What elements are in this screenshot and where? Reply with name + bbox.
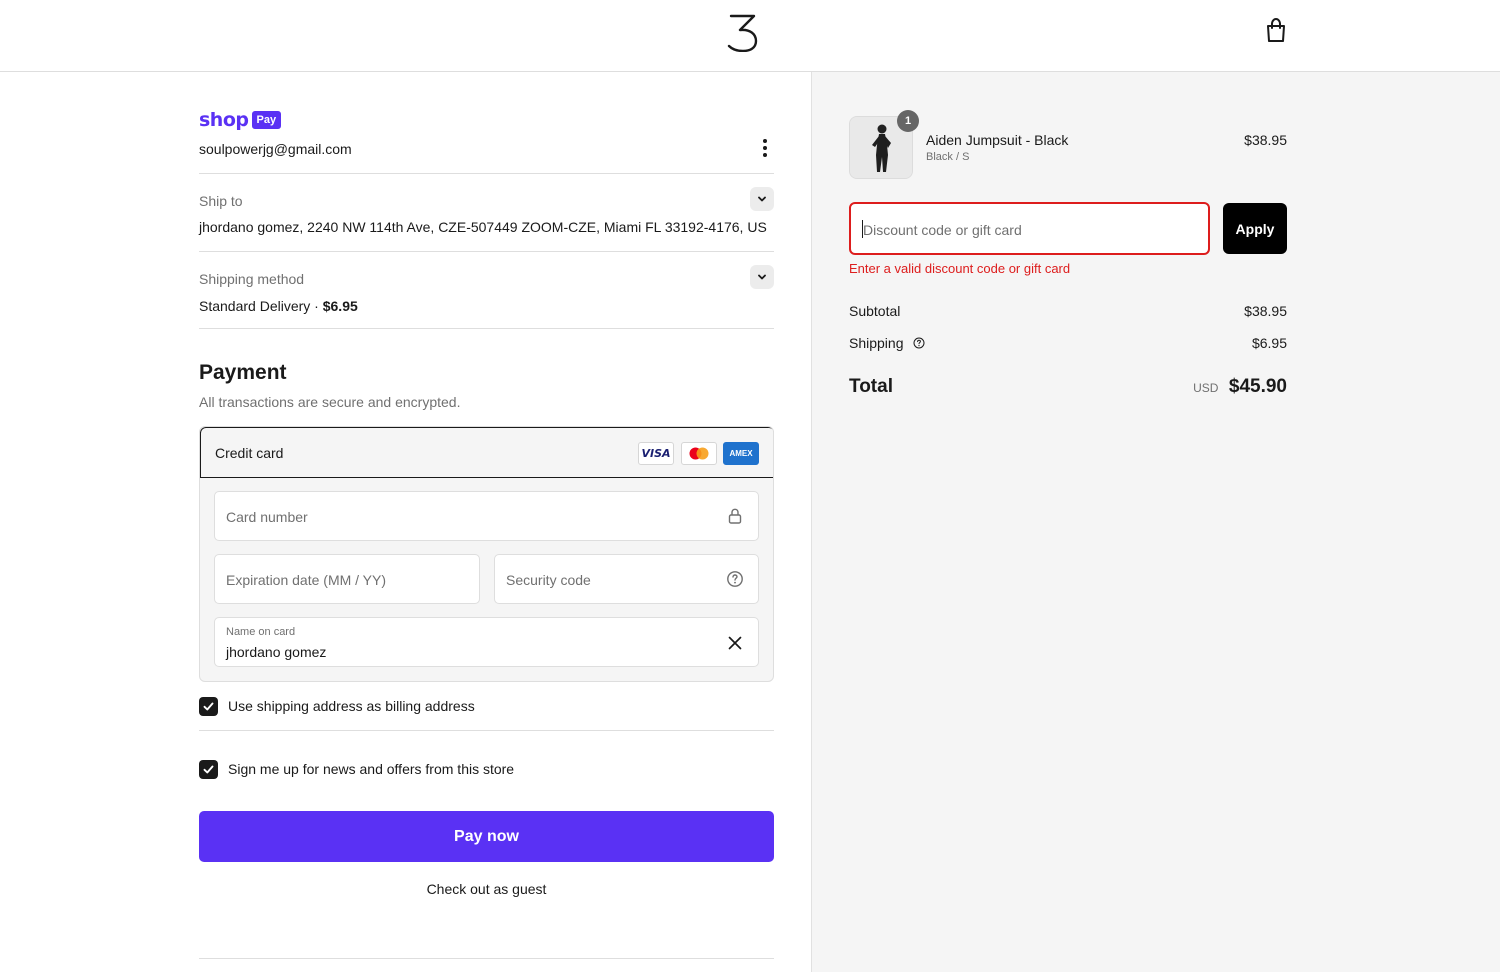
divider (199, 251, 774, 252)
store-logo-icon[interactable] (726, 12, 760, 52)
divider (199, 958, 774, 959)
ship-to-label: Ship to (199, 193, 243, 209)
credit-card-option[interactable]: Credit card VISA AMEX (200, 427, 773, 478)
security-code-input[interactable]: Security code (494, 554, 759, 604)
discount-code-placeholder: Discount code or gift card (863, 222, 1022, 238)
chevron-down-icon (758, 196, 766, 202)
quantity-badge: 1 (897, 110, 919, 132)
payment-title: Payment (199, 361, 287, 384)
discount-error-message: Enter a valid discount code or gift card (849, 261, 1071, 276)
shipping-method-value: Standard Delivery · $6.95 (199, 298, 358, 314)
shipping-label: Shipping (849, 335, 904, 351)
ship-to-address: jhordano gomez, 2240 NW 114th Ave, CZE-5… (199, 219, 767, 235)
help-circle-icon[interactable] (726, 570, 744, 588)
account-email: soulpowerjg@gmail.com (199, 141, 352, 157)
discount-code-input[interactable]: Discount code or gift card (849, 202, 1210, 255)
card-number-placeholder: Card number (226, 509, 308, 525)
divider (199, 730, 774, 731)
shopping-bag-icon[interactable] (1262, 16, 1290, 44)
lock-icon (728, 508, 742, 524)
credit-card-panel: Credit card VISA AMEX Card number Expira… (199, 426, 774, 682)
chevron-down-icon (758, 274, 766, 280)
total-label: Total (849, 376, 893, 397)
checkmark-icon (203, 702, 214, 710)
checkbox-checked[interactable] (199, 696, 218, 716)
security-code-placeholder: Security code (506, 572, 591, 588)
checkbox-checked[interactable] (199, 759, 218, 779)
newsletter-label: Sign me up for news and offers from this… (228, 761, 515, 777)
shop-pay-word: shop (199, 109, 249, 131)
product-name: Aiden Jumpsuit - Black (926, 132, 1069, 148)
newsletter-checkbox[interactable]: Sign me up for news and offers from this… (199, 759, 514, 779)
checkmark-icon (203, 765, 214, 773)
shipping-row: Shipping (849, 335, 925, 351)
divider (199, 328, 774, 329)
name-on-card-label: Name on card (226, 626, 296, 638)
ship-to-expand-button[interactable] (750, 187, 774, 211)
shipping-method-expand-button[interactable] (750, 265, 774, 289)
billing-same-checkbox[interactable]: Use shipping address as billing address (199, 696, 475, 716)
expiration-date-input[interactable]: Expiration date (MM / YY) (214, 554, 480, 604)
product-variant: Black / S (926, 151, 970, 163)
total-currency: USD (1193, 381, 1219, 395)
mastercard-logo-icon (681, 442, 717, 465)
pay-now-button[interactable]: Pay now (199, 811, 774, 862)
kebab-menu-icon[interactable] (755, 137, 775, 159)
separator: · (314, 298, 319, 314)
name-on-card-value: jhordano gomez (226, 644, 327, 660)
credit-card-label: Credit card (215, 445, 284, 461)
shop-pay-badge: Pay (251, 111, 282, 129)
subtotal-label: Subtotal (849, 303, 901, 319)
card-number-input[interactable]: Card number (214, 491, 759, 541)
amex-logo-icon: AMEX (723, 442, 759, 465)
apply-discount-button[interactable]: Apply (1223, 203, 1287, 254)
total-amount: $45.90 (1228, 376, 1287, 397)
billing-same-label: Use shipping address as billing address (228, 698, 475, 714)
payment-subtitle: All transactions are secure and encrypte… (199, 394, 461, 410)
shipping-method-label: Shipping method (199, 271, 305, 287)
expiration-date-placeholder: Expiration date (MM / YY) (226, 572, 387, 588)
product-price: $38.95 (1244, 132, 1287, 148)
shipping-method-name: Standard Delivery (199, 298, 311, 314)
name-on-card-input[interactable]: Name on card jhordano gomez (214, 617, 759, 667)
shipping-method-price: $6.95 (322, 298, 358, 314)
close-icon[interactable] (726, 634, 744, 652)
total-value: USD $45.90 (1087, 376, 1287, 398)
visa-logo-icon: VISA (638, 442, 674, 465)
checkout-as-guest-link[interactable]: Check out as guest (199, 881, 774, 897)
checkout-header (0, 0, 1500, 72)
shipping-value: $6.95 (1251, 335, 1287, 351)
subtotal-value: $38.95 (1244, 303, 1287, 319)
shop-pay-logo: shop Pay (199, 108, 282, 132)
help-circle-icon[interactable] (913, 337, 925, 349)
divider (199, 173, 774, 174)
